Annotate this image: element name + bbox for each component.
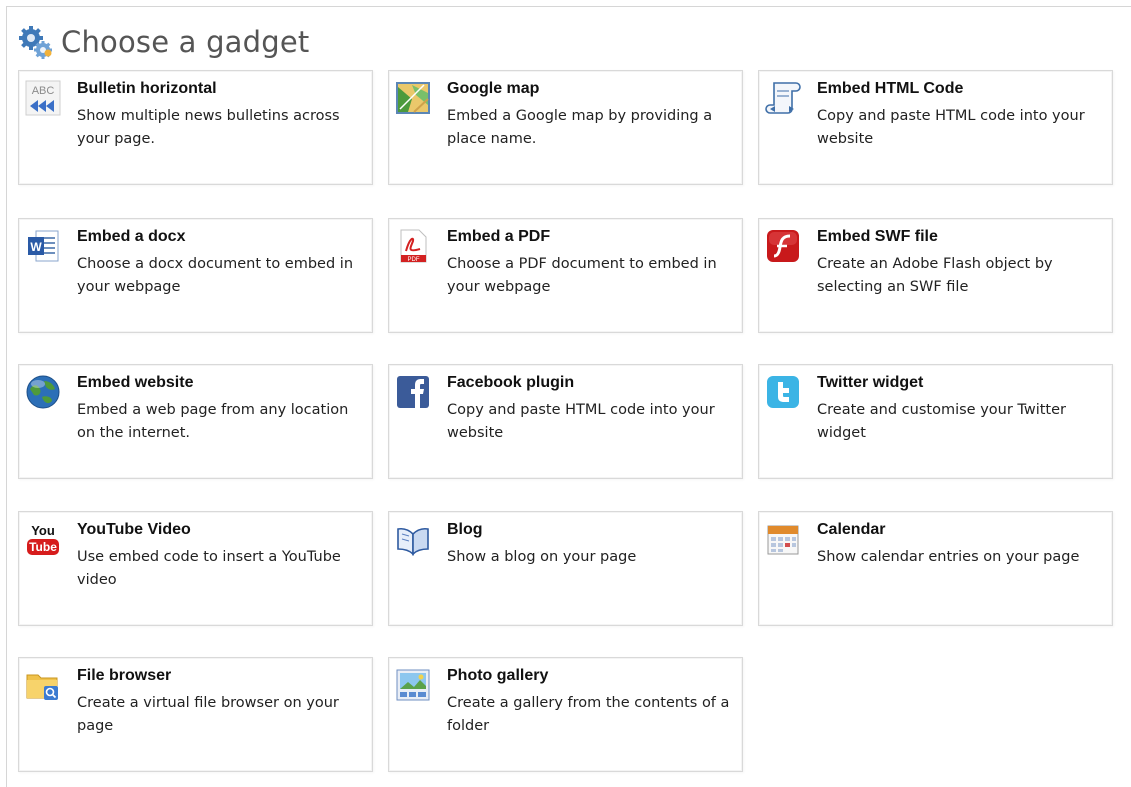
book-icon [397, 527, 429, 556]
globe-icon [26, 375, 60, 409]
calendar-icon [767, 525, 799, 555]
gadget-description: Create a gallery from the contents of a … [447, 695, 730, 734]
word-doc-icon: W [28, 230, 59, 262]
page-title: Choose a gadget [61, 25, 310, 59]
gadget-description: Embed a web page from any location on th… [77, 402, 349, 441]
gadget-name: Facebook plugin [447, 374, 575, 391]
gadget-card-blog[interactable]: Blog Show a blog on your page [388, 511, 743, 626]
gadget-card-file-browser[interactable]: File browser Create a virtual file brows… [18, 657, 373, 772]
gadget-description: Create a virtual file browser on your pa… [77, 695, 339, 734]
gadget-card-embed-html-code[interactable]: Embed HTML Code Copy and paste HTML code… [758, 70, 1113, 185]
gadget-name: Embed a docx [77, 228, 186, 245]
gadget-description: Choose a PDF document to embed in your w… [447, 256, 717, 295]
gadget-name: Embed HTML Code [817, 80, 964, 97]
svg-text:You: You [31, 523, 55, 538]
gadget-description: Show multiple news bulletins across your… [77, 108, 340, 147]
header: Choose a gadget [17, 22, 309, 62]
bulletin-icon: ABC [25, 80, 61, 116]
gears-icon [19, 26, 52, 59]
gadget-description: Show a blog on your page [447, 549, 637, 565]
photo-gallery-icon [396, 669, 430, 701]
folder-search-icon [26, 674, 58, 700]
gadget-name: Calendar [817, 521, 886, 538]
twitter-icon [767, 376, 799, 408]
gadget-description: Use embed code to insert a YouTube video [77, 549, 341, 588]
gadget-card-embed-docx[interactable]: W Embed a docx Choose a docx document to… [18, 218, 373, 333]
gadget-description: Create an Adobe Flash object by selectin… [817, 256, 1053, 295]
gadget-card-photo-gallery[interactable]: Photo gallery Create a gallery from the … [388, 657, 743, 772]
gadget-card-embed-swf[interactable]: Embed SWF file Create an Adobe Flash obj… [758, 218, 1113, 333]
flash-icon [767, 230, 799, 262]
gadget-description: Copy and paste HTML code into your websi… [817, 108, 1085, 147]
gadget-name: File browser [77, 667, 172, 684]
gadget-description: Show calendar entries on your page [817, 549, 1080, 565]
gadget-card-youtube-video[interactable]: You Tube YouTube Video Use embed code to… [18, 511, 373, 626]
gadget-description: Choose a docx document to embed in your … [77, 256, 354, 295]
gadget-description: Create and customise your Twitter widget [817, 402, 1066, 441]
gadget-name: Embed a PDF [447, 228, 551, 245]
map-icon [396, 82, 430, 114]
facebook-icon [397, 376, 429, 408]
gadget-card-facebook-plugin[interactable]: Facebook plugin Copy and paste HTML code… [388, 364, 743, 479]
gadget-name: Embed SWF file [817, 228, 938, 245]
svg-text:ABC: ABC [32, 85, 55, 97]
gadget-name: Embed website [77, 374, 194, 391]
gadget-description: Copy and paste HTML code into your websi… [447, 402, 715, 441]
gadget-card-google-map[interactable]: Google map Embed a Google map by providi… [388, 70, 743, 185]
gadget-card-calendar[interactable]: Calendar Show calendar entries on your p… [758, 511, 1113, 626]
gadget-name: Photo gallery [447, 667, 549, 684]
gadget-description: Embed a Google map by providing a place … [447, 108, 713, 147]
svg-text:W: W [30, 240, 42, 254]
gadget-name: Bulletin horizontal [77, 80, 217, 97]
gadget-card-embed-pdf[interactable]: PDF Embed a PDF Choose a PDF document to… [388, 218, 743, 333]
pdf-icon: PDF [400, 229, 427, 263]
gadget-card-twitter-widget[interactable]: Twitter widget Create and customise your… [758, 364, 1113, 479]
gadget-name: YouTube Video [77, 521, 191, 538]
scroll-code-icon [765, 82, 801, 114]
svg-text:PDF: PDF [408, 257, 420, 263]
svg-text:Tube: Tube [29, 540, 57, 554]
gadget-name: Blog [447, 521, 483, 538]
gadget-name: Twitter widget [817, 374, 924, 391]
gadget-name: Google map [447, 80, 540, 97]
youtube-icon: You Tube [27, 523, 59, 555]
gadget-card-embed-website[interactable]: Embed website Embed a web page from any … [18, 364, 373, 479]
gadget-card-bulletin-horizontal[interactable]: ABC Bulletin horizontal Show multiple ne… [18, 70, 373, 185]
